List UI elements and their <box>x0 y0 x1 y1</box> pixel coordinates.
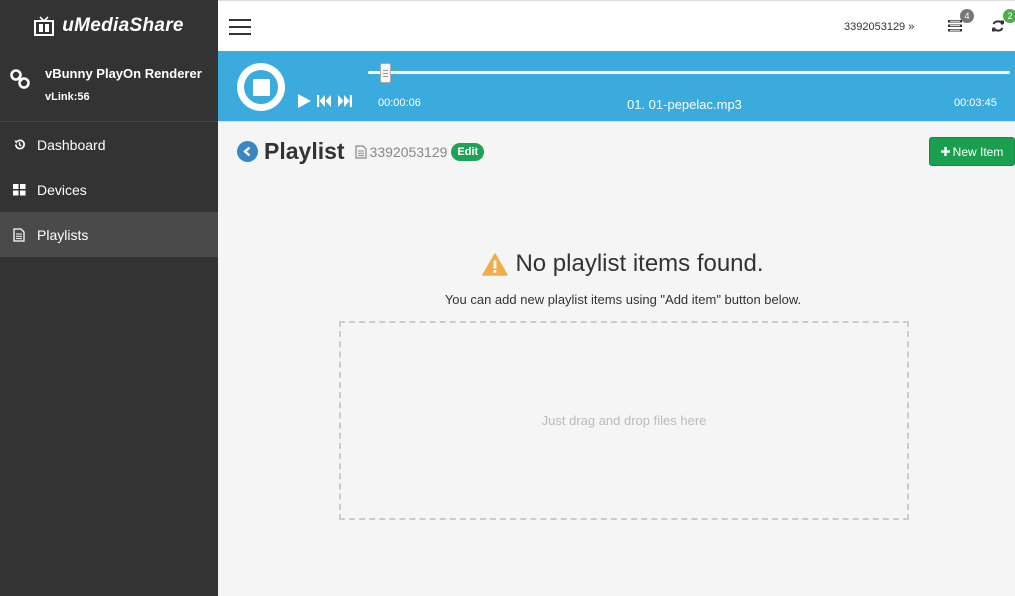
empty-state-title-text: No playlist items found. <box>515 250 764 277</box>
seek-bar[interactable] <box>368 71 1010 74</box>
playlist-id-text: 3392053129 <box>369 143 448 160</box>
stop-button[interactable] <box>237 63 285 111</box>
document-icon <box>354 144 367 159</box>
play-icon[interactable] <box>295 93 313 109</box>
back-icon[interactable] <box>237 141 258 162</box>
next-track-icon[interactable] <box>336 93 354 109</box>
total-time: 00:03:45 <box>954 97 997 109</box>
renderer-info[interactable] <box>0 51 218 122</box>
renderer-vlink: vLink:56 <box>45 91 90 103</box>
grid-icon <box>12 183 26 197</box>
file-dropzone[interactable]: Just drag and drop files here <box>339 321 909 520</box>
empty-state-title: No playlist items found. <box>218 250 1015 278</box>
sidebar-item-dashboard[interactable]: Dashboard <box>0 122 218 167</box>
sidebar-item-playlists[interactable]: Playlists <box>0 212 218 257</box>
edit-button[interactable]: Edit <box>451 142 485 161</box>
document-icon <box>12 227 26 242</box>
stop-button-ring <box>244 70 278 104</box>
tv-logo-icon <box>34 15 55 36</box>
player-bar: 00:00:06 01. 01-pepelac.mp3 00:03:45 <box>218 51 1015 121</box>
history-icon <box>12 138 26 152</box>
warning-icon <box>482 252 509 276</box>
page-header: Playlist 3392053129 Edit <box>237 138 485 165</box>
sidebar-item-label: Dashboard <box>37 136 106 153</box>
dropzone-text: Just drag and drop files here <box>541 413 707 428</box>
empty-state-subtitle: You can add new playlist items using "Ad… <box>444 292 802 307</box>
sidebar-item-devices[interactable]: Devices <box>0 167 218 212</box>
brand[interactable]: uMediaShare <box>0 0 218 51</box>
sync-count-badge: 2 <box>1003 9 1015 23</box>
renderer-name: vBunny PlayOn Renderer <box>45 66 202 81</box>
top-header: 3392053129 » 4 2 <box>218 0 1015 51</box>
queue-icon[interactable]: 4 <box>948 9 974 35</box>
playlist-id: 3392053129 <box>354 143 448 160</box>
queue-count-badge: 4 <box>960 9 974 23</box>
plus-icon <box>940 147 950 156</box>
sync-icon[interactable]: 2 <box>991 9 1015 35</box>
previous-track-icon[interactable] <box>315 93 333 109</box>
page-title: Playlist <box>264 138 345 164</box>
seek-handle[interactable] <box>379 63 391 83</box>
track-title: 01. 01-pepelac.mp3 <box>627 97 742 112</box>
main-content: Playlist 3392053129 Edit New Item No pla… <box>218 121 1015 596</box>
new-item-label: New Item <box>952 144 1004 159</box>
link-icon <box>10 69 30 89</box>
logo-text: uMediaShare <box>62 14 184 36</box>
stop-icon <box>252 78 270 96</box>
sidebar: uMediaShare vBunny PlayOn Renderer vLink… <box>0 0 218 596</box>
user-account-link[interactable]: 3392053129 » <box>844 21 914 33</box>
current-time: 00:00:06 <box>378 97 421 109</box>
menu-toggle-icon[interactable] <box>229 19 251 35</box>
sidebar-nav: Dashboard Devices Playlists <box>0 122 218 257</box>
new-item-button[interactable]: New Item <box>929 137 1015 166</box>
sidebar-item-label: Devices <box>37 181 87 198</box>
sidebar-item-label: Playlists <box>37 226 89 243</box>
